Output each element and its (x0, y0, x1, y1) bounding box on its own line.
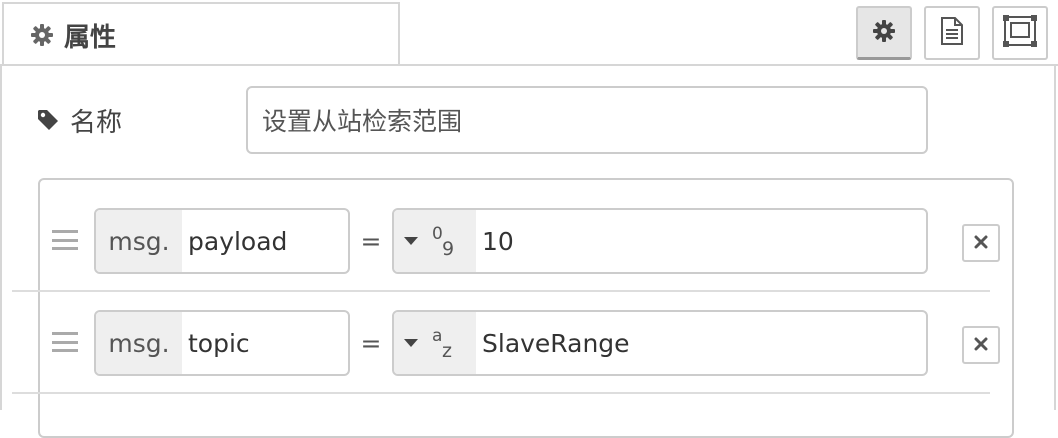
panel-border-right (1054, 66, 1056, 410)
tab-underline (0, 64, 1058, 66)
value-field[interactable]: 10 (476, 210, 926, 272)
value-input[interactable]: az SlaveRange (392, 310, 928, 376)
document-icon (940, 16, 964, 50)
delete-rule-button[interactable] (962, 326, 1000, 364)
value-type-selector[interactable]: 09 (394, 210, 476, 272)
close-icon (974, 336, 988, 355)
layout-frame-icon (1003, 15, 1037, 51)
value-field[interactable]: SlaveRange (476, 312, 926, 374)
rule-row: msg. payload = 09 10 (40, 180, 1012, 280)
equals-operator: = (360, 328, 382, 358)
string-type-icon: az (432, 326, 452, 362)
number-type-icon: 09 (432, 224, 455, 260)
tag-icon (36, 108, 60, 132)
gear-icon (872, 19, 896, 47)
row-divider (12, 392, 990, 394)
property-field[interactable]: payload (182, 210, 348, 272)
rules-list: msg. payload = 09 10 msg. topic = a z Sl… (38, 178, 1014, 438)
value-type-selector[interactable]: az (394, 312, 476, 374)
tab-properties[interactable]: 属性 (2, 2, 400, 66)
name-row: 名称 (36, 86, 936, 154)
node-properties-button[interactable] (856, 6, 912, 60)
name-label: 名称 (36, 86, 122, 154)
property-input[interactable]: msg. topic (94, 310, 350, 376)
row-divider (12, 290, 990, 292)
node-appearance-button[interactable] (992, 6, 1048, 60)
property-type-selector[interactable]: msg. (96, 210, 182, 272)
close-icon (974, 234, 988, 253)
property-type-selector[interactable]: msg. (96, 312, 182, 374)
panel-border-left (0, 66, 2, 410)
gear-icon (30, 23, 54, 47)
caret-down-icon (404, 237, 418, 245)
value-input[interactable]: 09 10 (392, 208, 928, 274)
drag-handle-icon[interactable] (52, 332, 78, 352)
property-input[interactable]: msg. payload (94, 208, 350, 274)
rule-row: msg. topic = az SlaveRange (40, 282, 1012, 382)
editor-tab-bar: 属性 (0, 0, 1058, 66)
node-description-button[interactable] (924, 6, 980, 60)
tab-label: 属性 (64, 22, 117, 53)
equals-operator: = (360, 226, 382, 256)
name-input[interactable] (246, 86, 928, 154)
delete-rule-button[interactable] (962, 224, 1000, 262)
caret-down-icon (404, 339, 418, 347)
name-label-text: 名称 (70, 107, 123, 138)
drag-handle-icon[interactable] (52, 230, 78, 250)
property-field[interactable]: topic (182, 312, 348, 374)
